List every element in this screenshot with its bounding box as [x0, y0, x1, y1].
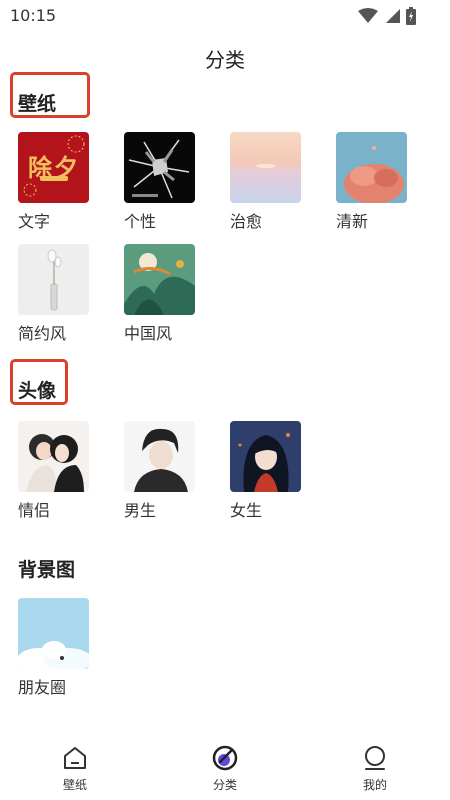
- nav-label-wallpaper: 壁纸: [62, 778, 87, 792]
- section-title-avatar: 头像: [18, 380, 57, 402]
- status-icons: [358, 6, 416, 26]
- bottom-nav: 壁纸 分类 我的: [0, 736, 450, 800]
- nav-label-profile: 我的: [362, 778, 387, 792]
- thumbnail-minimal: [18, 244, 89, 315]
- thumbnail-calligraphy: 除夕: [28, 153, 80, 182]
- signal-icon: [386, 9, 400, 23]
- category-label-fresh: 清新: [336, 212, 369, 231]
- category-label-moments: 朋友圈: [18, 678, 67, 697]
- thumbnail-female: [230, 421, 301, 492]
- category-label-text: 文字: [18, 212, 51, 231]
- section-title-wallpaper: 壁纸: [18, 93, 57, 115]
- thumbnail-fresh: [336, 132, 407, 203]
- category-tile-healing[interactable]: 治愈: [230, 132, 320, 232]
- profile-icon: [365, 746, 385, 770]
- nav-item-category[interactable]: 分类: [185, 744, 265, 800]
- category-tile-chinese-style[interactable]: 中国风: [124, 244, 214, 344]
- status-time: 10:15: [10, 6, 57, 25]
- category-tile-couple[interactable]: 情侣: [18, 421, 108, 521]
- section-title-background: 背景图: [18, 559, 76, 581]
- category-label-couple: 情侣: [18, 501, 51, 520]
- category-tile-male[interactable]: 男生: [124, 421, 214, 521]
- category-tile-text[interactable]: 除夕 文字: [18, 132, 108, 232]
- thumbnail-chinese-style: [124, 244, 195, 315]
- nav-item-profile[interactable]: 我的: [335, 744, 415, 800]
- nav-label-category: 分类: [212, 778, 237, 792]
- category-tile-female[interactable]: 女生: [230, 421, 320, 521]
- thumbnail-text: 除夕: [18, 132, 89, 203]
- category-tile-personality[interactable]: 个性: [124, 132, 214, 232]
- thumbnail-couple: [18, 421, 89, 492]
- category-label-chinese-style: 中国风: [124, 324, 173, 343]
- thumbnail-moments: [18, 598, 89, 669]
- thumbnail-male: [124, 421, 195, 492]
- thumbnail-healing: [230, 132, 301, 203]
- battery-icon: [406, 7, 416, 25]
- category-label-healing: 治愈: [230, 212, 263, 231]
- page-title: 分类: [205, 48, 245, 72]
- wifi-icon: [358, 8, 378, 23]
- category-label-female: 女生: [230, 501, 263, 520]
- category-label-personality: 个性: [124, 212, 157, 231]
- category-label-male: 男生: [124, 501, 157, 520]
- category-label-minimal: 简约风: [18, 324, 67, 343]
- home-icon: [64, 747, 86, 769]
- category-tile-fresh[interactable]: 清新: [336, 132, 426, 232]
- category-tile-moments[interactable]: 朋友圈: [18, 598, 108, 698]
- status-bar: 10:15: [0, 0, 450, 32]
- thumbnail-personality: [124, 132, 195, 203]
- category-tile-minimal[interactable]: 简约风: [18, 244, 108, 344]
- category-icon: [212, 745, 238, 771]
- nav-item-wallpaper[interactable]: 壁纸: [35, 744, 115, 800]
